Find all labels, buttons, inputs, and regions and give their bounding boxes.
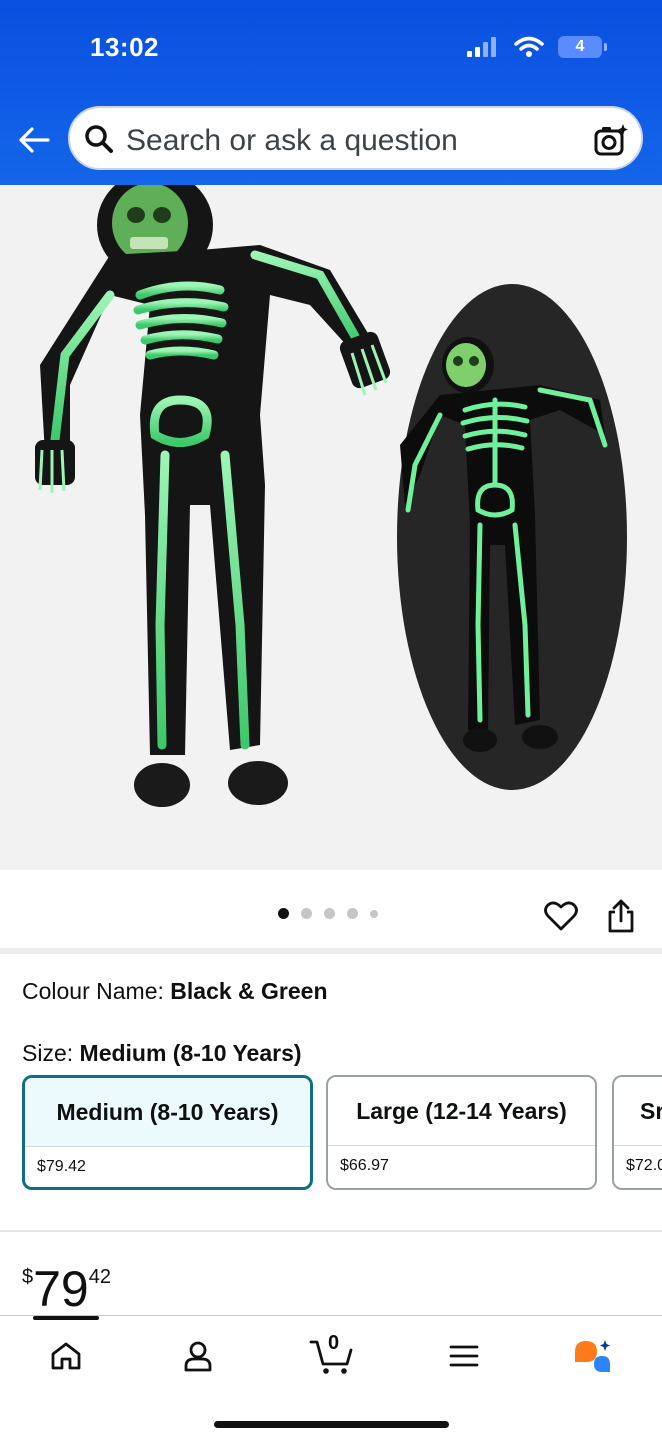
wifi-icon [514,36,544,57]
size-option-name: Large (12-14 Years) [356,1097,567,1124]
search-input[interactable]: Search or ask a question [126,124,458,158]
share-icon[interactable] [606,898,636,934]
gallery-pagination[interactable] [278,908,378,919]
search-icon [85,125,113,153]
size-value: Medium (8-10 Years) [79,1040,302,1066]
pagination-dot[interactable] [301,908,312,919]
status-icons: 4 [466,36,607,58]
price-fraction: 42 [88,1266,111,1288]
status-time: 13:02 [90,32,159,62]
size-option-price: $79.42 [25,1146,310,1187]
pagination-dot[interactable] [278,908,289,919]
product-price: $ 79 42 [22,1262,111,1314]
user-icon [184,1341,212,1372]
signal-icon [467,37,496,57]
nav-cart[interactable]: 0 [308,1332,356,1376]
size-option-price: $66.97 [328,1145,595,1188]
colour-value: Black & Green [170,978,328,1004]
price-whole: 79 [33,1261,89,1317]
size-option-small[interactable]: Sr $72.0 [612,1075,662,1190]
section-divider [0,1230,662,1232]
search-bar[interactable]: Search or ask a question [68,106,643,170]
pagination-dot[interactable] [347,908,358,919]
size-option-name: Medium (8-10 Years) [25,1078,310,1146]
size-row: Size: Medium (8-10 Years) [22,1040,302,1067]
heart-icon[interactable] [544,900,578,932]
colour-label: Colour Name: [22,978,164,1004]
nav-menu[interactable] [444,1336,484,1376]
pagination-dot[interactable] [324,908,335,919]
bottom-navigation: 0 [0,1315,662,1440]
colour-name-row: Colour Name: Black & Green [22,978,328,1005]
nav-rufus[interactable] [572,1336,612,1376]
product-image-gallery[interactable] [0,185,662,870]
section-divider [0,948,662,954]
home-icon [51,1342,81,1370]
nav-active-indicator [33,1316,99,1320]
size-option-name: Sr [640,1097,662,1124]
battery-icon: 4 [558,36,607,58]
camera-icon[interactable] [593,122,629,158]
costume-figure-main [35,185,391,807]
costume-figure-glow [397,284,627,790]
price-currency: $ [22,1266,34,1288]
product-image [35,185,627,807]
nav-account[interactable] [178,1336,218,1376]
size-option-large[interactable]: Large (12-14 Years) $66.97 [326,1075,597,1190]
cart-count: 0 [328,1332,340,1354]
size-label: Size: [22,1040,74,1066]
nav-home[interactable] [46,1336,86,1376]
back-button[interactable] [16,122,52,158]
size-option-price: $72.0 [614,1145,662,1188]
arrow-left-icon [19,127,50,153]
rufus-icon [575,1340,610,1372]
pagination-dot[interactable] [370,909,378,918]
gallery-controls [0,870,662,950]
menu-icon [449,1345,479,1367]
size-option-medium[interactable]: Medium (8-10 Years) $79.42 [22,1075,313,1190]
app-header: 13:02 4 Search or ask a question [0,0,662,185]
home-indicator [214,1421,449,1428]
